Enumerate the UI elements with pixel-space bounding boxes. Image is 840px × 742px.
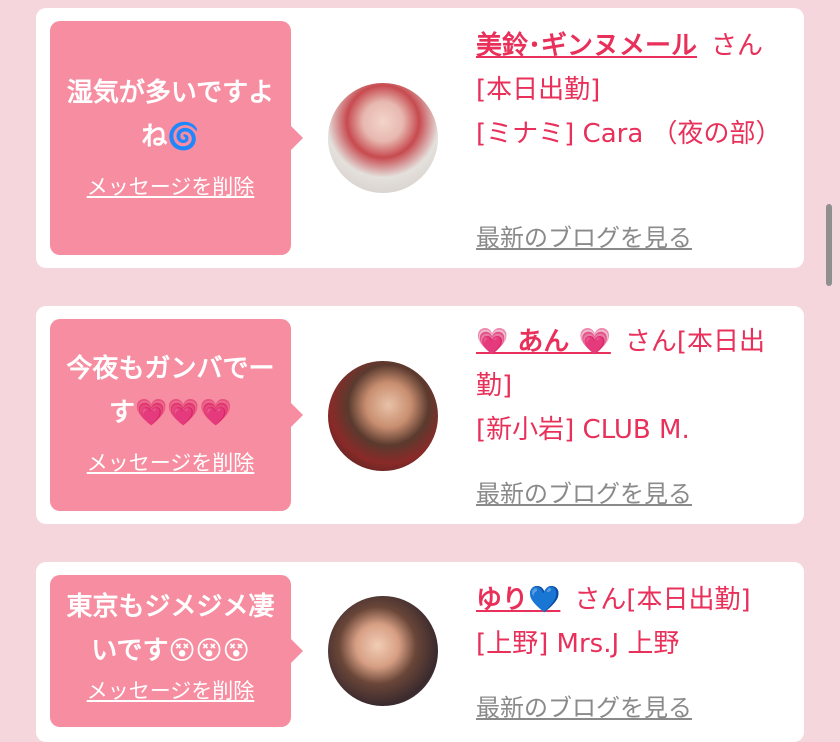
latest-blog-link[interactable]: 最新のブログを見る — [476, 218, 692, 253]
delete-message-link[interactable]: メッセージを削除 — [87, 447, 255, 477]
shop-label: [上野] Mrs.J 上野 — [476, 629, 680, 659]
message-card: 今夜もガンバでーす💗💗💗 メッセージを削除 💗 あん 💗 さん[本日出勤] [新小… — [36, 306, 804, 524]
message-text: 東京もジメジメ凄いです😵😵😵 — [66, 592, 275, 666]
delete-message-link[interactable]: メッセージを削除 — [87, 171, 255, 201]
delete-message-link[interactable]: メッセージを削除 — [87, 675, 255, 705]
cast-name-link[interactable]: 💗 あん 💗 — [476, 327, 611, 357]
shop-label: [ミナミ] Cara （夜の部） — [476, 119, 782, 149]
avatar[interactable] — [328, 361, 438, 471]
cast-info: 美鈴･ギンヌメール さん[本日出勤] [ミナミ] Cara （夜の部） — [476, 24, 788, 156]
latest-blog-link[interactable]: 最新のブログを見る — [476, 474, 692, 509]
scrollbar[interactable] — [826, 204, 832, 286]
cast-info: 💗 あん 💗 さん[本日出勤] [新小岩] CLUB M. — [476, 320, 788, 452]
cast-name-link[interactable]: 美鈴･ギンヌメール — [476, 31, 697, 61]
avatar[interactable] — [328, 596, 438, 706]
message-bubble: 今夜もガンバでーす💗💗💗 メッセージを削除 — [50, 319, 303, 511]
latest-blog-link[interactable]: 最新のブログを見る — [476, 688, 692, 723]
message-text: 今夜もガンバでーす💗💗💗 — [66, 354, 275, 428]
cast-status: さん[本日出勤] — [574, 585, 751, 615]
message-text: 湿気が多いですよね🌀 — [66, 78, 275, 152]
message-card: 湿気が多いですよね🌀 メッセージを削除 美鈴･ギンヌメール さん[本日出勤] [ミ… — [36, 8, 804, 268]
cast-info: ゆり💙 さん[本日出勤] [上野] Mrs.J 上野 — [476, 578, 788, 666]
avatar[interactable] — [328, 83, 438, 193]
cast-name-link[interactable]: ゆり💙 — [476, 585, 560, 615]
shop-label: [新小岩] CLUB M. — [476, 415, 690, 445]
message-bubble: 湿気が多いですよね🌀 メッセージを削除 — [50, 21, 303, 255]
message-bubble: 東京もジメジメ凄いです😵😵😵 メッセージを削除 — [50, 575, 303, 727]
message-card: 東京もジメジメ凄いです😵😵😵 メッセージを削除 ゆり💙 さん[本日出勤] [上野]… — [36, 562, 804, 742]
